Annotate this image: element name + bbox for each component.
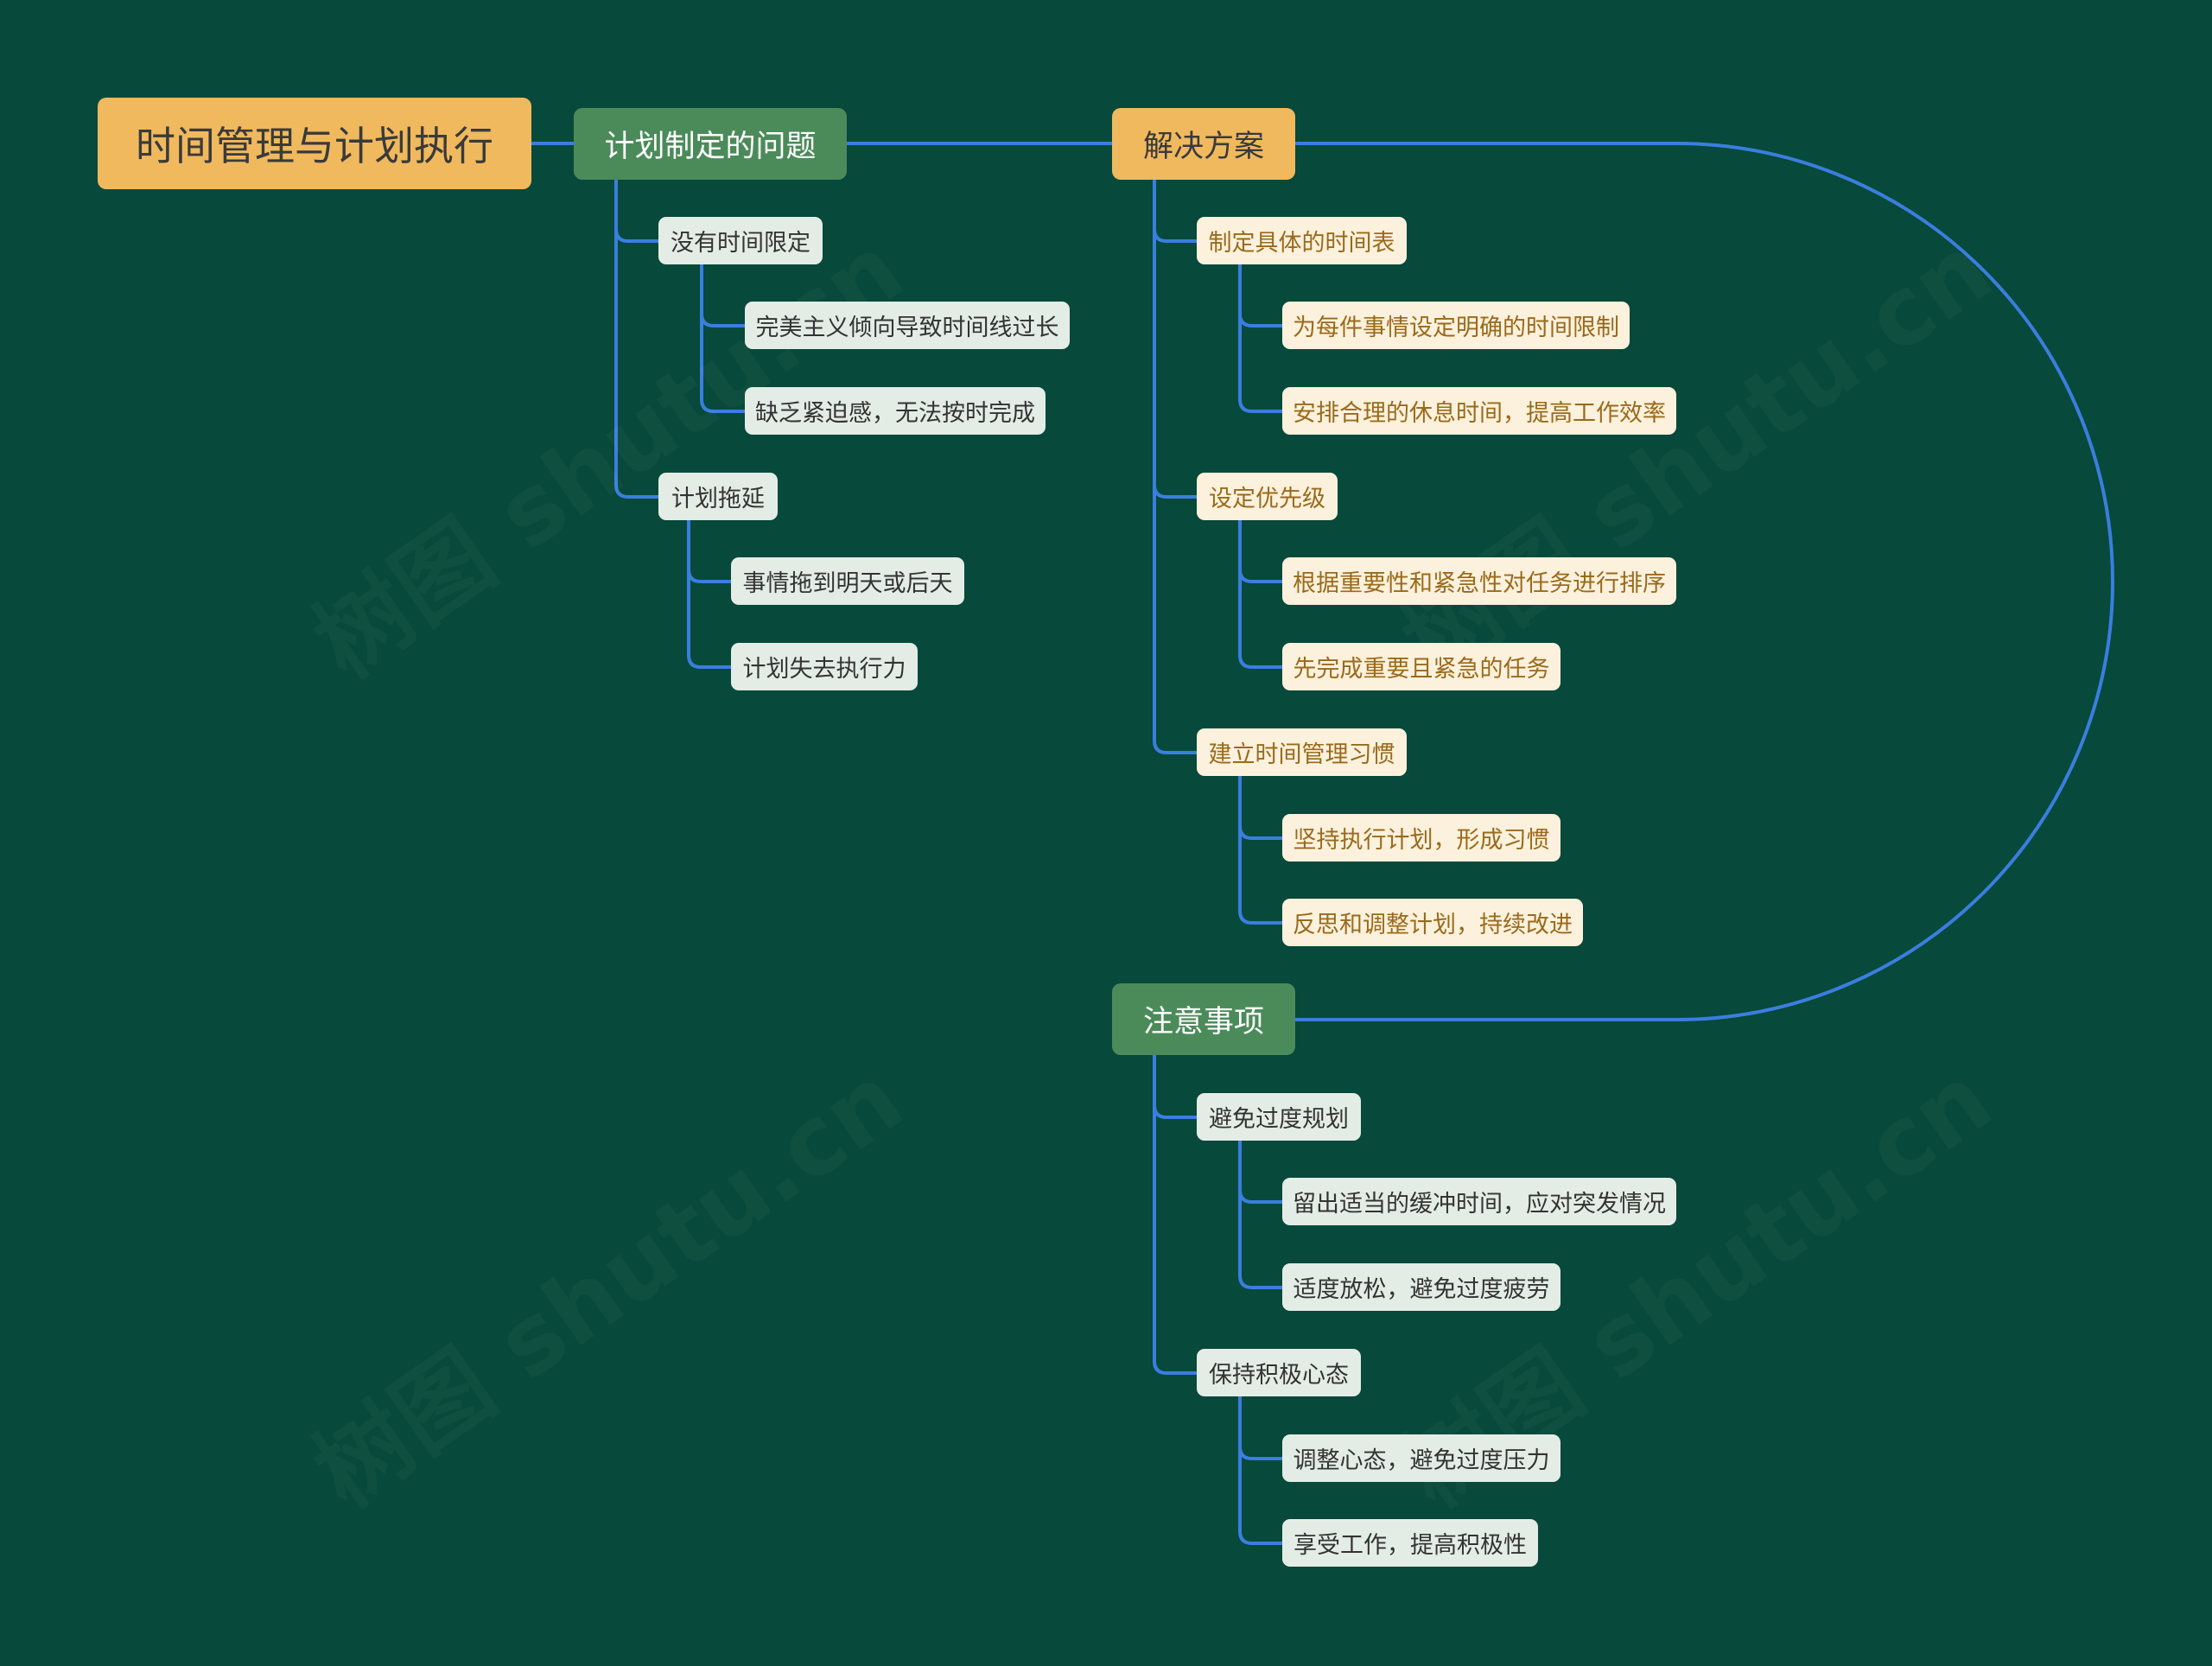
topic-procrastination[interactable]: 计划拖延: [658, 473, 778, 520]
topic-habit[interactable]: 建立时间管理习惯: [1197, 728, 1407, 776]
connector-solutions-topic: [1153, 178, 1198, 243]
item-buffer-time[interactable]: 留出适当的缓冲时间，应对突发情况: [1282, 1178, 1676, 1225]
branch-problems[interactable]: 计划制定的问题: [574, 108, 847, 180]
connector-problems-topic: [614, 178, 660, 499]
item-adjust-mindset[interactable]: 调整心态，避免过度压力: [1282, 1434, 1560, 1482]
item-set-time-limit[interactable]: 为每件事情设定明确的时间限制: [1282, 302, 1630, 349]
connector-topic-item: [1238, 518, 1284, 583]
connector-topic-item: [1238, 1139, 1284, 1289]
connector-notes-topic: [1153, 1053, 1198, 1375]
connector-topic-item: [1238, 263, 1284, 327]
connector-problems-topic: [614, 178, 660, 243]
topic-priority[interactable]: 设定优先级: [1197, 473, 1338, 520]
branch-solutions[interactable]: 解决方案: [1112, 108, 1295, 180]
topic-schedule[interactable]: 制定具体的时间表: [1197, 217, 1407, 264]
item-enjoy-work[interactable]: 享受工作，提高积极性: [1282, 1519, 1538, 1567]
connector-topic-item: [687, 518, 733, 669]
item-delay-tomorrow[interactable]: 事情拖到明天或后天: [731, 557, 964, 605]
branch-notes[interactable]: 注意事项: [1112, 983, 1295, 1055]
mind-map-canvas: 树图 shutu.cn 树图 shutu.cn 树图 shutu.cn 树图 s…: [0, 0, 2212, 1666]
connector-topic-item: [1238, 518, 1284, 669]
topic-no-time-limit[interactable]: 没有时间限定: [658, 217, 823, 264]
connector-layer: [530, 142, 2114, 1545]
connector-topic-item: [1238, 1139, 1284, 1204]
connector-topic-item: [687, 518, 733, 583]
item-sort-tasks[interactable]: 根据重要性和紧急性对任务进行排序: [1282, 557, 1676, 605]
connector-solutions-topic: [1153, 178, 1198, 499]
connector-topic-item: [700, 263, 747, 413]
connector-topic-item: [1238, 774, 1284, 925]
item-urgent-first[interactable]: 先完成重要且紧急的任务: [1282, 643, 1560, 690]
connector-topic-item: [1238, 774, 1284, 840]
connector-topic-item: [1238, 1395, 1284, 1545]
root-topic[interactable]: 时间管理与计划执行: [98, 98, 531, 189]
connector-topic-item: [700, 263, 747, 327]
topic-positive-mindset[interactable]: 保持积极心态: [1197, 1349, 1361, 1396]
item-arrange-rest[interactable]: 安排合理的休息时间，提高工作效率: [1282, 387, 1676, 435]
item-relax[interactable]: 适度放松，避免过度疲劳: [1282, 1263, 1560, 1311]
connector-solutions-topic: [1153, 178, 1198, 754]
topic-avoid-overplanning[interactable]: 避免过度规划: [1197, 1093, 1361, 1141]
item-lose-execution[interactable]: 计划失去执行力: [731, 643, 918, 690]
item-reflect-adjust[interactable]: 反思和调整计划，持续改进: [1282, 899, 1583, 946]
connector-topic-item: [1238, 1395, 1284, 1460]
connector-notes-topic: [1153, 1053, 1198, 1119]
item-stick-plan[interactable]: 坚持执行计划，形成习惯: [1282, 814, 1560, 862]
item-no-urgency[interactable]: 缺乏紧迫感，无法按时完成: [745, 387, 1046, 435]
connector-topic-item: [1238, 263, 1284, 413]
item-perfectionism[interactable]: 完美主义倾向导致时间线过长: [745, 302, 1070, 349]
